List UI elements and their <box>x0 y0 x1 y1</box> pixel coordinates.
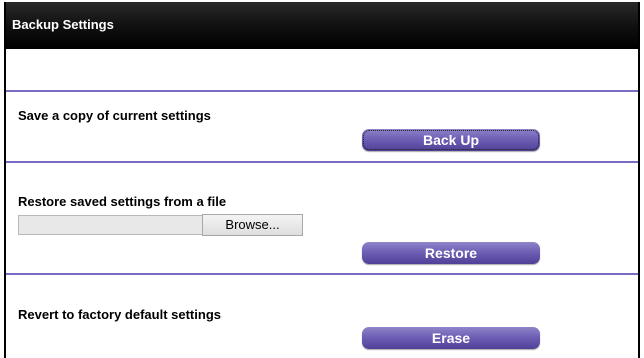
file-path-input[interactable] <box>18 215 203 235</box>
restore-section-label: Restore saved settings from a file <box>18 194 227 209</box>
restore-button[interactable]: Restore <box>362 242 540 264</box>
backup-section-label: Save a copy of current settings <box>18 108 211 123</box>
section-divider <box>6 273 638 275</box>
backup-settings-panel: Backup Settings Save a copy of current s… <box>4 2 640 358</box>
section-divider <box>6 161 638 163</box>
erase-button[interactable]: Erase <box>362 327 540 349</box>
browse-button[interactable]: Browse... <box>202 214 303 236</box>
title-bar: Backup Settings <box>6 2 638 49</box>
section-divider <box>6 90 638 92</box>
page-title: Backup Settings <box>12 17 114 32</box>
erase-section-label: Revert to factory default settings <box>18 307 221 322</box>
back-up-button[interactable]: Back Up <box>362 129 540 151</box>
